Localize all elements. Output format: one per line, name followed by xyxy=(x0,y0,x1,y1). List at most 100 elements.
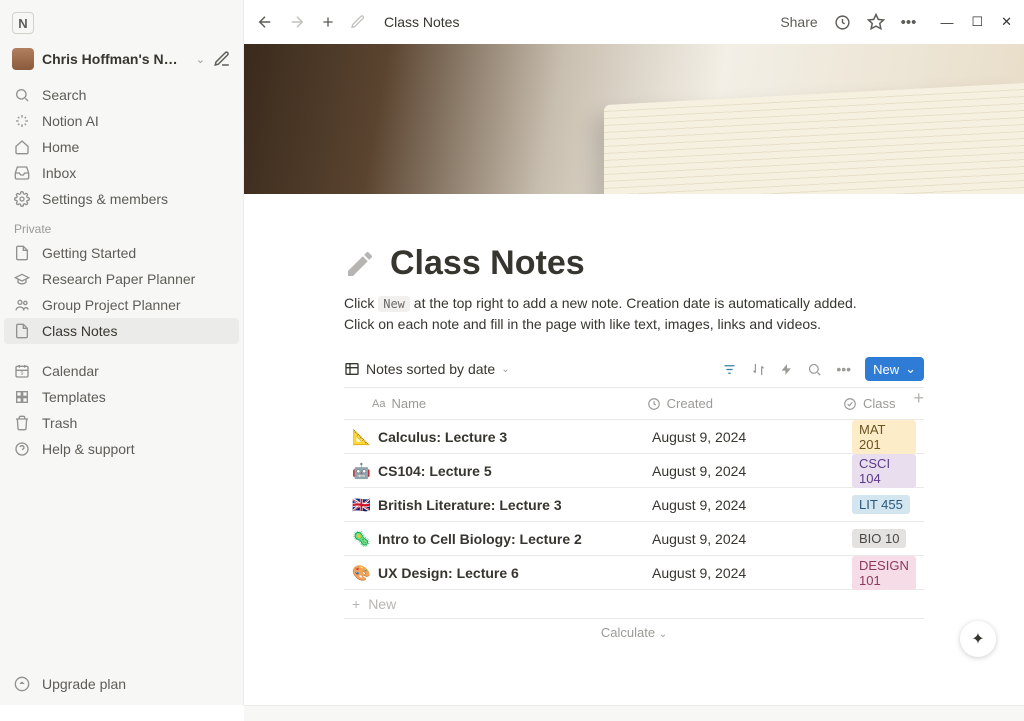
table-view-icon xyxy=(344,361,360,377)
cell-class[interactable]: BIO 10 xyxy=(844,529,924,548)
util-help-support[interactable]: Help & support xyxy=(4,436,239,462)
help-icon xyxy=(14,441,32,457)
window-maximize-icon[interactable]: ☐ xyxy=(971,14,983,30)
edit-icon[interactable] xyxy=(350,14,366,30)
calculate-row[interactable]: Calculate ⌄ xyxy=(344,619,924,646)
nav-notion-ai[interactable]: Notion AI xyxy=(4,108,239,134)
upgrade-plan-button[interactable]: Upgrade plan xyxy=(4,671,239,697)
nav-inbox[interactable]: Inbox xyxy=(4,160,239,186)
window-close-icon[interactable]: ✕ xyxy=(1001,14,1012,30)
class-tag: DESIGN 101 xyxy=(852,556,916,590)
class-tag: LIT 455 xyxy=(852,495,910,514)
search-db-icon[interactable] xyxy=(807,362,822,377)
people-icon xyxy=(14,297,32,313)
column-created[interactable]: Created xyxy=(639,388,835,419)
sidebar: N Chris Hoffman's N… ⌄ Search Notion AI Ho… xyxy=(0,0,244,705)
table-row[interactable]: 🦠 Intro to Cell Biology: Lecture 2 Augus… xyxy=(344,522,924,556)
table-row[interactable]: 🇬🇧 British Literature: Lecture 3 August … xyxy=(344,488,924,522)
compose-icon[interactable] xyxy=(213,50,231,68)
upgrade-label: Upgrade plan xyxy=(42,676,126,692)
page-research-paper-planner[interactable]: Research Paper Planner xyxy=(4,266,239,292)
app-icon-row: N xyxy=(4,8,239,44)
cell-name[interactable]: 📐 Calculus: Lecture 3 xyxy=(344,428,644,446)
chevron-down-icon: ⌄ xyxy=(501,364,509,375)
sparkle-icon xyxy=(14,113,32,129)
star-icon[interactable] xyxy=(867,13,885,31)
cell-class[interactable]: DESIGN 101 xyxy=(844,556,924,590)
automation-icon[interactable] xyxy=(780,362,793,377)
new-row-button[interactable]: + New xyxy=(344,590,924,619)
add-property-button[interactable]: + xyxy=(903,388,924,419)
page-title[interactable]: Class Notes xyxy=(390,244,585,283)
page-cover[interactable] xyxy=(244,44,1024,194)
table-header: Aa Name Created Class xyxy=(344,388,924,420)
page-group-project-planner[interactable]: Group Project Planner xyxy=(4,292,239,318)
sort-icon[interactable] xyxy=(751,362,766,377)
more-icon[interactable]: ••• xyxy=(901,14,917,31)
ai-fab-button[interactable]: ✦ xyxy=(960,621,996,657)
filter-icon[interactable] xyxy=(722,362,737,377)
cell-class[interactable]: LIT 455 xyxy=(844,495,924,514)
workspace-name: Chris Hoffman's N… xyxy=(42,51,188,67)
cell-name[interactable]: 🦠 Intro to Cell Biology: Lecture 2 xyxy=(344,530,644,548)
nav-label: Inbox xyxy=(42,165,76,181)
cell-name[interactable]: 🇬🇧 British Literature: Lecture 3 xyxy=(344,496,644,514)
back-icon[interactable] xyxy=(256,13,274,31)
nav-settings-members[interactable]: Settings & members xyxy=(4,186,239,212)
new-page-icon[interactable] xyxy=(320,14,336,30)
cell-name[interactable]: 🤖 CS104: Lecture 5 xyxy=(344,462,644,480)
topbar: Class Notes Share ••• — ☐ ✕ xyxy=(244,0,1024,44)
nav-label: Templates xyxy=(42,389,106,405)
util-calendar[interactable]: 9Calendar xyxy=(4,358,239,384)
private-section-label: Private xyxy=(4,212,239,240)
view-bar: Notes sorted by date ⌄ xyxy=(344,357,924,387)
row-title: UX Design: Lecture 6 xyxy=(378,565,519,581)
nav-label: Class Notes xyxy=(42,323,117,339)
util-trash[interactable]: Trash xyxy=(4,410,239,436)
nav-label: Home xyxy=(42,139,79,155)
doc-icon xyxy=(14,245,32,261)
workspace-switcher[interactable]: Chris Hoffman's N… ⌄ xyxy=(4,44,239,74)
page-title-icon[interactable] xyxy=(344,248,376,280)
column-name[interactable]: Aa Name xyxy=(344,388,639,419)
chevron-down-icon: ⌄ xyxy=(659,629,667,640)
grad-icon xyxy=(14,271,32,287)
templates-icon xyxy=(14,389,32,405)
history-icon[interactable] xyxy=(834,14,851,31)
cell-class[interactable]: CSCI 104 xyxy=(844,454,924,488)
cell-created: August 9, 2024 xyxy=(644,429,844,445)
horizontal-scrollbar[interactable] xyxy=(244,705,1024,721)
cell-created: August 9, 2024 xyxy=(644,463,844,479)
avatar xyxy=(12,48,34,70)
forward-icon[interactable] xyxy=(288,13,306,31)
main-content: Class Notes Share ••• — ☐ ✕ xyxy=(244,0,1024,705)
page-class-notes[interactable]: Class Notes xyxy=(4,318,239,344)
nav-home[interactable]: Home xyxy=(4,134,239,160)
view-more-icon[interactable]: ••• xyxy=(836,361,851,377)
column-class[interactable]: Class xyxy=(835,388,904,419)
table-row[interactable]: 📐 Calculus: Lecture 3 August 9, 2024 MAT… xyxy=(344,420,924,454)
util-templates[interactable]: Templates xyxy=(4,384,239,410)
row-title: British Literature: Lecture 3 xyxy=(378,497,562,513)
trash-icon xyxy=(14,415,32,431)
view-selector[interactable]: Notes sorted by date ⌄ xyxy=(344,361,510,377)
nav-label: Notion AI xyxy=(42,113,99,129)
cell-created: August 9, 2024 xyxy=(644,565,844,581)
share-button[interactable]: Share xyxy=(780,14,817,30)
nav-search[interactable]: Search xyxy=(4,82,239,108)
upgrade-icon xyxy=(14,676,32,692)
view-name: Notes sorted by date xyxy=(366,361,495,377)
breadcrumb[interactable]: Class Notes xyxy=(384,14,459,30)
window-minimize-icon[interactable]: — xyxy=(940,15,953,30)
new-chip: New xyxy=(378,296,410,312)
nav-label: Settings & members xyxy=(42,191,168,207)
page-getting-started[interactable]: Getting Started xyxy=(4,240,239,266)
cell-class[interactable]: MAT 201 xyxy=(844,420,924,454)
page-description[interactable]: Click New at the top right to add a new … xyxy=(344,293,924,335)
table-row[interactable]: 🎨 UX Design: Lecture 6 August 9, 2024 DE… xyxy=(344,556,924,590)
class-tag: CSCI 104 xyxy=(852,454,916,488)
cell-name[interactable]: 🎨 UX Design: Lecture 6 xyxy=(344,564,644,582)
table-row[interactable]: 🤖 CS104: Lecture 5 August 9, 2024 CSCI 1… xyxy=(344,454,924,488)
clock-icon xyxy=(647,397,661,411)
new-button[interactable]: New ⌄ xyxy=(865,357,924,381)
